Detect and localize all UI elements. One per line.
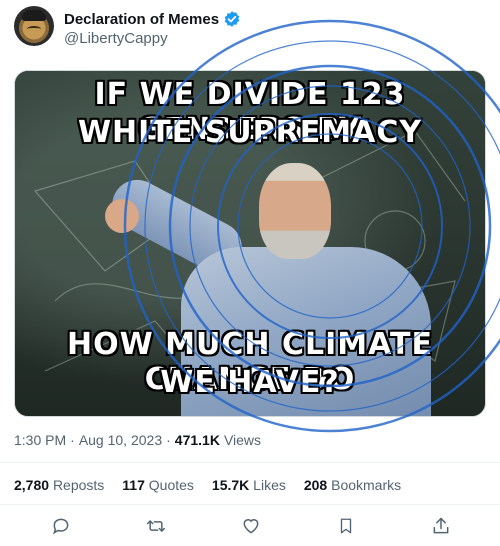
reposts-label: Reposts bbox=[52, 477, 105, 493]
meme-top-text-line-2: WHITE SUPREMACY bbox=[77, 115, 423, 150]
like-icon[interactable] bbox=[236, 513, 266, 539]
reposts-count: 2,780 bbox=[14, 477, 50, 493]
tweet-time[interactable]: 1:30 PM bbox=[14, 432, 66, 448]
bookmarks-stat[interactable]: 208 Bookmarks bbox=[304, 477, 401, 493]
views-label: Views bbox=[223, 432, 262, 448]
separator-dot: · bbox=[166, 432, 171, 448]
meme-bottom-text-line-2: WE HAVE? bbox=[160, 365, 340, 400]
bookmarks-count: 208 bbox=[303, 477, 328, 493]
tweet-media-image[interactable]: IF WE DIVIDE 123 GENDERS BY WHITE SUPREM… bbox=[14, 70, 486, 417]
name-row: Declaration of Memes bbox=[64, 10, 241, 28]
quotes-stat[interactable]: 117 Quotes bbox=[122, 477, 194, 493]
repost-icon[interactable] bbox=[141, 513, 171, 539]
share-icon[interactable] bbox=[426, 513, 456, 539]
tweet-date[interactable]: Aug 10, 2023 bbox=[79, 432, 162, 448]
user-handle[interactable]: @LibertyCappy bbox=[64, 30, 168, 47]
avatar-eyes bbox=[27, 26, 41, 32]
avatar-cap bbox=[22, 10, 46, 21]
quotes-count: 117 bbox=[122, 477, 145, 493]
divider bbox=[0, 462, 500, 463]
separator-dot: · bbox=[70, 432, 75, 448]
timestamp-row: 1:30 PM · Aug 10, 2023 · 471.1K Views bbox=[14, 432, 261, 448]
likes-stat[interactable]: 15.7K Likes bbox=[212, 477, 286, 493]
professor-head bbox=[259, 163, 331, 259]
display-name[interactable]: Declaration of Memes bbox=[64, 11, 219, 28]
divider bbox=[0, 504, 500, 505]
engagement-stats: 2,780 Reposts 117 Quotes 15.7K Likes 208… bbox=[14, 477, 401, 493]
bookmarks-label: Bookmarks bbox=[331, 477, 402, 493]
views-count: 471.1K bbox=[174, 432, 220, 448]
bookmark-icon[interactable] bbox=[331, 513, 361, 539]
action-bar bbox=[46, 513, 456, 539]
likes-label: Likes bbox=[253, 477, 286, 493]
quotes-label: Quotes bbox=[148, 477, 194, 493]
reply-icon[interactable] bbox=[46, 513, 76, 539]
likes-count: 15.7K bbox=[211, 477, 250, 493]
tweet-header: Declaration of Memes @LibertyCappy bbox=[14, 6, 484, 50]
reposts-stat[interactable]: 2,780 Reposts bbox=[14, 477, 104, 493]
verified-badge-icon[interactable] bbox=[223, 10, 241, 28]
professor-hand bbox=[105, 199, 139, 233]
avatar[interactable] bbox=[14, 6, 54, 46]
